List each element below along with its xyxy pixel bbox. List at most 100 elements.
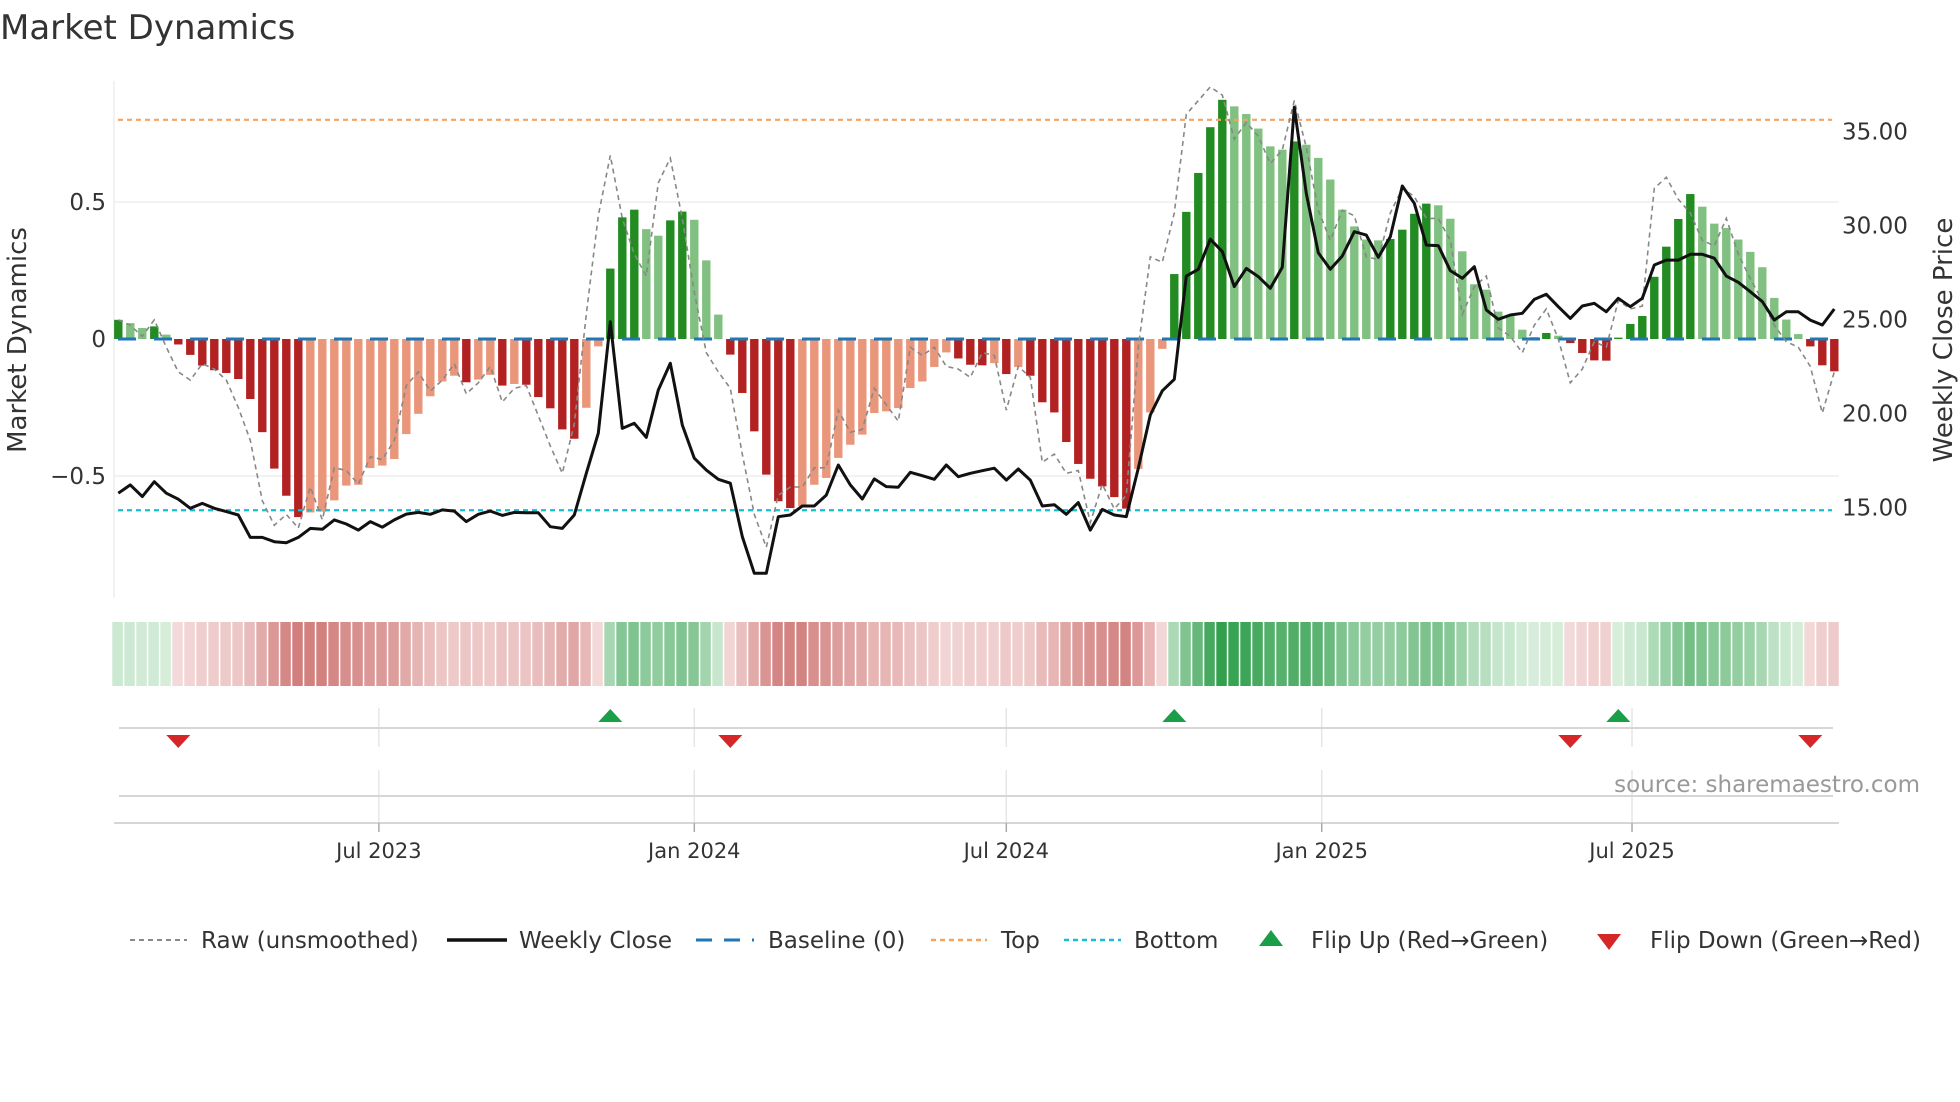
heat-cell <box>112 622 123 686</box>
flip-down-marker <box>166 735 191 748</box>
momentum-bar-negative <box>1818 339 1827 366</box>
momentum-bar-negative <box>798 339 807 507</box>
legend-item-flip-down: Flip Down (Green→Red) <box>1597 928 1921 954</box>
x-tick-label: Jan 2025 <box>1273 839 1368 863</box>
heat-cell <box>196 622 207 686</box>
heat-cell <box>808 622 819 686</box>
flip-up-marker <box>598 709 623 722</box>
heat-cell <box>1132 622 1143 686</box>
heat-cell <box>1552 622 1563 686</box>
heat-cell <box>1144 622 1155 686</box>
heat-cell <box>1624 622 1635 686</box>
heat-cell <box>760 622 771 686</box>
heat-cell <box>940 622 951 686</box>
heat-cell <box>388 622 399 686</box>
momentum-bar-negative <box>534 339 543 398</box>
momentum-bar-negative <box>1038 339 1047 403</box>
heat-cell <box>976 622 987 686</box>
momentum-bar-positive <box>1542 332 1551 339</box>
heat-cell <box>292 622 303 686</box>
momentum-bar-negative <box>882 339 891 412</box>
heat-cell <box>1816 622 1827 686</box>
momentum-bar-negative <box>786 339 795 509</box>
heat-cell <box>1276 622 1287 686</box>
heat-cell <box>616 622 627 686</box>
momentum-bar-negative <box>1830 339 1839 372</box>
heat-cell <box>844 622 855 686</box>
heat-cell <box>1288 622 1299 686</box>
momentum-bar-positive <box>678 211 687 339</box>
momentum-bar-positive <box>1194 172 1203 339</box>
momentum-bar-positive <box>114 319 123 339</box>
momentum-bar-negative <box>870 339 879 413</box>
heat-cell <box>964 622 975 686</box>
momentum-bar-negative <box>1062 339 1071 443</box>
heat-cell <box>1420 622 1431 686</box>
heat-cell <box>124 622 135 686</box>
legend-top-label: Top <box>1000 928 1040 954</box>
heat-cell <box>688 622 699 686</box>
momentum-bar-positive <box>1470 284 1479 339</box>
right-tick-label: 25.00 <box>1842 308 1908 334</box>
momentum-bar-negative <box>726 339 735 355</box>
momentum-bar-negative <box>210 339 219 371</box>
momentum-bar-positive <box>1206 127 1215 339</box>
momentum-bar-negative <box>330 339 339 501</box>
momentum-bar-negative <box>822 339 831 478</box>
heat-cell <box>1768 622 1779 686</box>
heat-cell <box>892 622 903 686</box>
heat-cell <box>1252 622 1263 686</box>
heat-cell <box>244 622 255 686</box>
heat-cell <box>1756 622 1767 686</box>
momentum-bar-negative <box>990 339 999 364</box>
momentum-bar-negative <box>942 339 951 353</box>
heat-cell <box>148 622 159 686</box>
momentum-bar-negative <box>1578 339 1587 353</box>
heat-cell <box>1516 622 1527 686</box>
right-tick-label: 30.00 <box>1842 214 1908 240</box>
x-axis-ticks: Jul 2023 Jan 2024 Jul 2024 Jan 2025 Jul 2025 <box>334 823 1675 863</box>
heat-cell <box>724 622 735 686</box>
heat-cell <box>136 622 147 686</box>
momentum-bar-negative <box>378 339 387 466</box>
heat-cell <box>424 622 435 686</box>
momentum-bar-negative <box>846 339 855 445</box>
legend-flip-up-icon <box>1259 930 1283 946</box>
heat-cell <box>748 622 759 686</box>
left-axis-title: Market Dynamics <box>3 227 33 453</box>
heat-cell <box>208 622 219 686</box>
momentum-bar-positive <box>1446 218 1455 339</box>
heat-cell <box>1528 622 1539 686</box>
momentum-bar-negative <box>318 339 327 512</box>
heat-cell <box>436 622 447 686</box>
left-axis-ticks: 0.5 0 −0.5 <box>50 190 106 490</box>
heat-cell <box>604 622 615 686</box>
legend: Raw (unsmoothed) Weekly Close Baseline (… <box>130 928 1921 954</box>
momentum-bar-positive <box>1434 205 1443 339</box>
momentum-bar-negative <box>234 339 243 380</box>
momentum-bar-negative <box>966 339 975 365</box>
legend-item-flip-up: Flip Up (Red→Green) <box>1259 928 1548 954</box>
x-tick-label: Jul 2025 <box>1587 839 1674 863</box>
momentum-bar-positive <box>1794 334 1803 339</box>
heat-cell <box>1540 622 1551 686</box>
momentum-bar-positive <box>1698 206 1707 339</box>
momentum-bar-positive <box>1614 337 1623 339</box>
heat-cell <box>1000 622 1011 686</box>
momentum-bar-negative <box>894 339 903 409</box>
heat-cell <box>1636 622 1647 686</box>
heat-cell <box>652 622 663 686</box>
momentum-bar-negative <box>1146 339 1155 413</box>
heat-cell <box>1156 622 1167 686</box>
heat-cell <box>580 622 591 686</box>
momentum-bar-negative <box>1122 339 1131 509</box>
heat-cell <box>184 622 195 686</box>
heat-cell <box>172 622 183 686</box>
x-tick-label: Jul 2024 <box>962 839 1049 863</box>
heat-cell <box>904 622 915 686</box>
heat-cell <box>1372 622 1383 686</box>
heat-cell <box>820 622 831 686</box>
heat-cell <box>376 622 387 686</box>
heat-cell <box>1108 622 1119 686</box>
momentum-bar-positive <box>702 260 711 339</box>
